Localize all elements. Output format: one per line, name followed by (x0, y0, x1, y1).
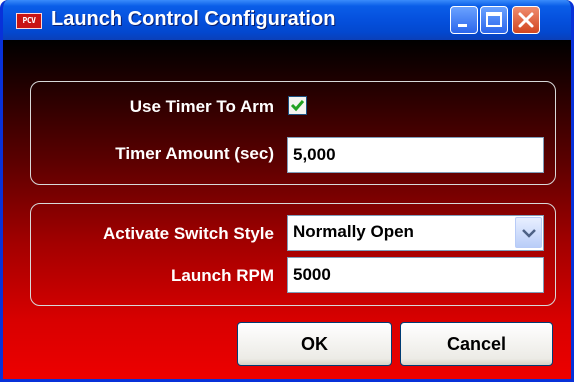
dropdown-arrow-button[interactable] (515, 217, 542, 248)
switch-style-label: Activate Switch Style (102, 224, 274, 243)
checkmark-icon (290, 100, 305, 112)
dialog-body: Use Timer To Arm Timer Amount (sec) 5,00… (3, 40, 571, 379)
switch-style-value: Normally Open (293, 222, 414, 241)
use-timer-label: Use Timer To Arm (129, 97, 274, 116)
launch-rpm-input[interactable]: 5000 (287, 257, 544, 293)
close-icon (518, 12, 534, 28)
title-bar[interactable]: PCV Launch Control Configuration (3, 0, 571, 40)
maximize-button[interactable] (480, 6, 508, 34)
minimize-button[interactable] (450, 6, 478, 34)
cancel-button[interactable]: Cancel (400, 322, 553, 366)
launch-control-dialog: PCV Launch Control Configuration Use Tim… (0, 0, 574, 382)
pcv-logo-icon: PCV (16, 13, 42, 29)
launch-rpm-label: Launch RPM (171, 266, 274, 285)
window-title: Launch Control Configuration (51, 8, 336, 30)
minimize-icon (458, 24, 467, 27)
timer-amount-label: Timer Amount (sec) (115, 144, 274, 163)
ok-button[interactable]: OK (237, 322, 392, 366)
chevron-down-icon (522, 229, 536, 238)
close-button[interactable] (512, 6, 540, 34)
timer-amount-input[interactable]: 5,000 (287, 137, 544, 173)
maximize-icon (486, 12, 502, 27)
use-timer-checkbox[interactable] (288, 96, 307, 115)
switch-style-dropdown[interactable]: Normally Open (287, 215, 544, 251)
